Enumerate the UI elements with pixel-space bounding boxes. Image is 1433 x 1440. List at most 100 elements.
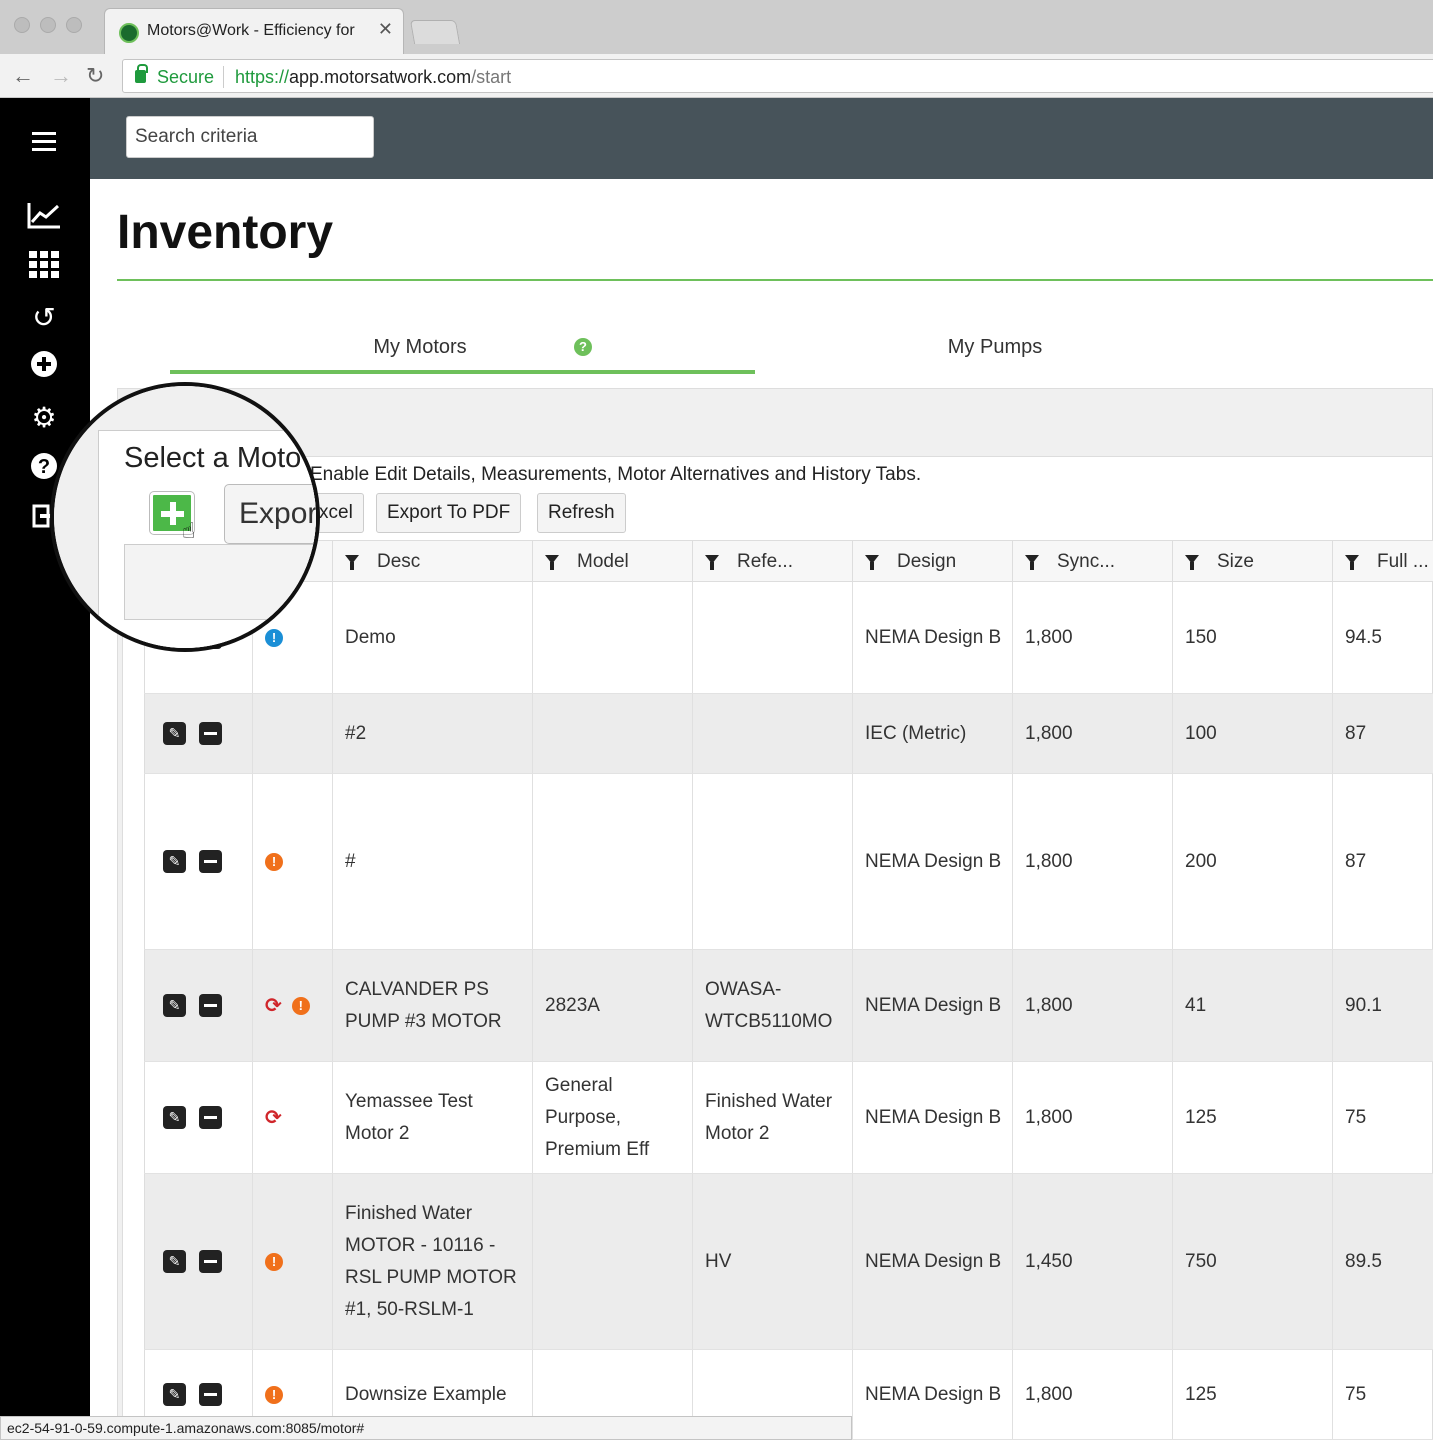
table-row[interactable]: ✎ ⟳ Yemassee Test Motor 2 General Purpose, … (144, 1062, 1433, 1174)
column-header-label: Full ... (1377, 551, 1429, 572)
column-header[interactable]: Sync... (1012, 541, 1172, 583)
column-header[interactable]: Size (1172, 541, 1332, 583)
cell-text: Downsize Example (345, 1383, 507, 1405)
table-row[interactable]: ✎!DemoNEMA Design B1,80015094.5 (144, 582, 1433, 694)
status-cell: ⟳! (252, 950, 332, 1061)
edit-icon[interactable]: ✎ (163, 1383, 186, 1406)
browser-tab[interactable]: Motors@Work - Efficiency for ✕ (104, 8, 404, 54)
filter-icon[interactable] (1025, 555, 1039, 570)
cell-text: 750 (1185, 1250, 1217, 1272)
forward-icon[interactable]: → (50, 63, 72, 89)
sync-speed-cell: 1,800 (1012, 774, 1172, 949)
tab-my-pumps[interactable]: My Pumps (755, 320, 1235, 374)
column-header[interactable]: Desc (332, 541, 532, 583)
model-cell: General Purpose, Premium Eff (532, 1062, 692, 1173)
cell-text: 94.5 (1345, 626, 1382, 648)
filter-icon[interactable] (865, 555, 879, 570)
remove-icon[interactable] (199, 1106, 222, 1129)
menu-icon[interactable] (24, 128, 64, 164)
design-cell: NEMA Design B (852, 1350, 1012, 1439)
cell-text: NEMA Design B (865, 1383, 1002, 1405)
actions-cell: ✎ (144, 774, 252, 949)
cell-text: Yemassee Test Motor 2 (345, 1090, 473, 1144)
remove-icon[interactable] (199, 722, 222, 745)
export-pdf-button[interactable]: Export To PDF (376, 493, 522, 533)
cell-text: # (345, 850, 356, 872)
table-row[interactable]: ✎ #2 IEC (Metric) 1,800 100 87 (144, 694, 1433, 774)
size-cell: 41 (1172, 950, 1332, 1061)
size-cell: 100 (1172, 694, 1332, 773)
cell-text: NEMA Design B (865, 1106, 1002, 1128)
remove-icon[interactable] (199, 994, 222, 1017)
filter-icon[interactable] (1185, 555, 1199, 570)
cell-text: 90.1 (1345, 994, 1382, 1016)
back-icon[interactable]: ← (12, 63, 34, 89)
edit-icon[interactable]: ✎ (163, 994, 186, 1017)
table-row[interactable]: ✎! # NEMA Design B 1,800 200 87 (144, 774, 1433, 950)
cell-text: Demo (345, 626, 396, 648)
filter-icon[interactable] (705, 555, 719, 570)
column-header[interactable]: Refe... (692, 541, 852, 583)
url-path: /start (471, 67, 512, 87)
reference-cell: OWASA-WTCB5110MO (692, 950, 852, 1061)
actions-cell: ✎ (144, 1062, 252, 1173)
cell-text: 1,450 (1025, 1250, 1073, 1272)
cell-text: 1,800 (1025, 1106, 1073, 1128)
table-row[interactable]: ✎! Finished Water MOTOR - 10116 - RSL PUM… (144, 1174, 1433, 1350)
remove-icon[interactable] (199, 1383, 222, 1406)
edit-icon[interactable]: ✎ (163, 850, 186, 873)
secure-label: Secure (157, 67, 215, 87)
export-excel-zoom-button[interactable]: Expor (224, 484, 316, 544)
window-zoom-button[interactable] (66, 17, 82, 33)
window-close-button[interactable] (14, 17, 30, 33)
edit-icon[interactable]: ✎ (163, 722, 186, 745)
refresh-button[interactable]: Refresh (537, 493, 626, 533)
desc-cell: Demo (332, 582, 532, 693)
url-field[interactable]: Secure https://app.motorsatwork.com/star… (122, 59, 1433, 93)
edit-icon[interactable]: ✎ (163, 1106, 186, 1129)
add-circle-icon[interactable] (24, 350, 64, 386)
filter-icon[interactable] (545, 555, 559, 570)
filter-icon[interactable] (345, 555, 359, 570)
column-header-label: Model (577, 551, 629, 572)
model-cell (532, 774, 692, 949)
edit-icon[interactable]: ✎ (163, 1250, 186, 1273)
history-icon[interactable]: ↺ (24, 300, 64, 336)
design-cell: NEMA Design B (852, 950, 1012, 1061)
cell-text: 1,800 (1025, 850, 1073, 872)
column-header-label: Desc (377, 551, 421, 572)
help-circle-icon[interactable]: ? (574, 338, 592, 356)
column-header[interactable]: Full ... (1332, 541, 1433, 583)
remove-icon[interactable] (199, 1250, 222, 1273)
sidebar: ↺ ⚙ ? (0, 98, 90, 1440)
warning-icon: ! (265, 1252, 283, 1271)
cell-text: 87 (1345, 850, 1367, 872)
reference-cell (692, 774, 852, 949)
cell-text: NEMA Design B (865, 626, 1002, 648)
column-header[interactable]: Design (852, 541, 1012, 583)
chart-icon[interactable] (24, 200, 64, 236)
table-row[interactable]: ✎ ⟳! CALVANDER PS PUMP #3 MOTOR 2823A OWASA-… (144, 950, 1433, 1062)
top-header (90, 98, 1433, 179)
select-motor-label: Select a Moto (124, 442, 302, 474)
full-load-cell: 87 (1332, 694, 1433, 773)
window-minimize-button[interactable] (40, 17, 56, 33)
status-cell: ⟳ (252, 1062, 332, 1173)
tab-my-pumps-label: My Pumps (947, 336, 1043, 358)
model-cell (532, 582, 692, 693)
column-header[interactable]: Model (532, 541, 692, 583)
cell-text: NEMA Design B (865, 994, 1002, 1016)
tab-my-motors[interactable]: My Motors (170, 320, 670, 374)
grid-icon[interactable] (24, 250, 64, 286)
url-host: app.motorsatwork.com (289, 67, 472, 87)
reload-icon[interactable]: ↻ (86, 63, 104, 89)
title-divider (117, 279, 1433, 281)
new-tab-button[interactable] (409, 20, 461, 44)
search-input[interactable] (126, 116, 374, 158)
site-favicon-icon (119, 23, 139, 43)
design-cell: NEMA Design B (852, 1174, 1012, 1349)
browser-tab-title: Motors@Work - Efficiency for (147, 22, 355, 39)
tab-close-icon[interactable]: ✕ (378, 19, 393, 40)
filter-icon[interactable] (1345, 555, 1359, 570)
remove-icon[interactable] (199, 850, 222, 873)
